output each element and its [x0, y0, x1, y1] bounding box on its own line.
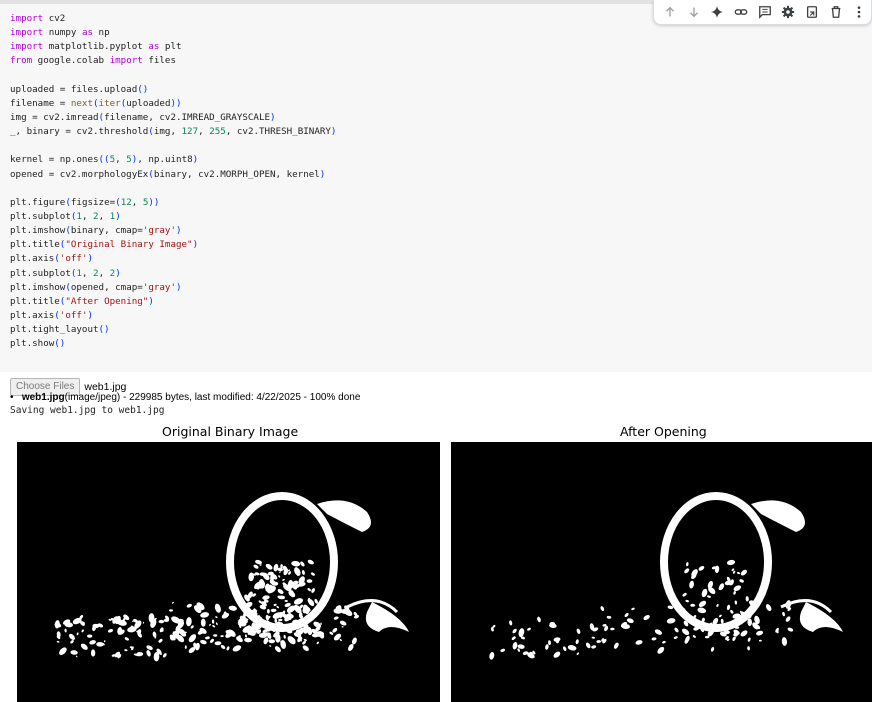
- delete-cell-button[interactable]: [824, 1, 848, 23]
- opened-image: [451, 442, 872, 702]
- saving-message: Saving web1.jpg to web1.jpg: [10, 405, 165, 416]
- code-line: plt.subplot(1, 2, 2): [10, 267, 121, 279]
- code-editor[interactable]: import cv2 import numpy as np import matpl…: [10, 12, 336, 351]
- comment-icon: [758, 6, 771, 19]
- trash-icon: [831, 6, 840, 18]
- code-line: plt.imshow(binary, cmap='gray'): [10, 225, 182, 237]
- code-line: _, binary = cv2.threshold(img, 127, 255,…: [10, 126, 337, 138]
- arrow-up-icon: [665, 6, 674, 17]
- code-line: plt.axis('off'): [10, 253, 94, 265]
- code-line: plt.figure(figsize=(12, 5)): [10, 196, 160, 208]
- sparkle-icon: [711, 5, 724, 19]
- code-line: import numpy as np: [10, 27, 110, 39]
- move-up-button[interactable]: [658, 1, 682, 23]
- mirror-cell-button[interactable]: [800, 1, 824, 23]
- uploaded-file-name: web1.jpg: [21, 392, 65, 403]
- code-cell[interactable]: import cv2 import numpy as np import matpl…: [0, 4, 872, 372]
- cell-toolbar: [653, 0, 872, 25]
- more-options-button[interactable]: [847, 1, 871, 23]
- original-binary-image: [17, 442, 440, 702]
- uploaded-file-details: (image/jpeg) - 229985 bytes, last modifi…: [64, 392, 361, 403]
- code-line: import cv2: [10, 13, 66, 24]
- mirror-cell-icon: [806, 6, 817, 18]
- code-line: plt.tight_layout(): [10, 324, 110, 336]
- code-line: kernel = np.ones((5, 5), np.uint8): [10, 154, 199, 166]
- code-line: plt.axis('off'): [10, 309, 94, 321]
- link-icon: [734, 9, 748, 15]
- code-line: import matplotlib.pyplot as plt: [10, 41, 182, 53]
- code-line: uploaded = files.upload(): [10, 83, 149, 95]
- settings-button[interactable]: [776, 1, 800, 23]
- plot-title-opened: After Opening: [620, 424, 707, 439]
- bullet: •: [10, 392, 22, 403]
- code-line: plt.imshow(opened, cmap='gray'): [10, 281, 182, 293]
- more-vert-icon: [857, 6, 861, 18]
- code-line: from google.colab import files: [10, 55, 176, 67]
- code-line: plt.show(): [10, 338, 66, 350]
- arrow-down-icon: [689, 7, 698, 18]
- code-line: plt.title("Original Binary Image"): [10, 239, 199, 251]
- code-line: img = cv2.imread(filename, cv2.IMREAD_GR…: [10, 111, 276, 123]
- code-line: plt.title("After Opening"): [10, 295, 154, 307]
- link-button[interactable]: [729, 1, 753, 23]
- cell-output: Choose Files web1.jpg • web1.jpg(image/j…: [0, 372, 872, 702]
- uploaded-file-item: • web1.jpg(image/jpeg) - 229985 bytes, l…: [10, 392, 360, 403]
- gear-icon: [782, 5, 795, 19]
- code-line: filename = next(iter(uploaded)): [10, 97, 182, 109]
- move-down-button[interactable]: [682, 1, 706, 23]
- gemini-button[interactable]: [705, 1, 729, 23]
- code-line: opened = cv2.morphologyEx(binary, cv2.MO…: [10, 168, 326, 180]
- plot-title-original: Original Binary Image: [162, 424, 299, 439]
- comment-button[interactable]: [753, 1, 777, 23]
- code-line: plt.subplot(1, 2, 1): [10, 210, 121, 222]
